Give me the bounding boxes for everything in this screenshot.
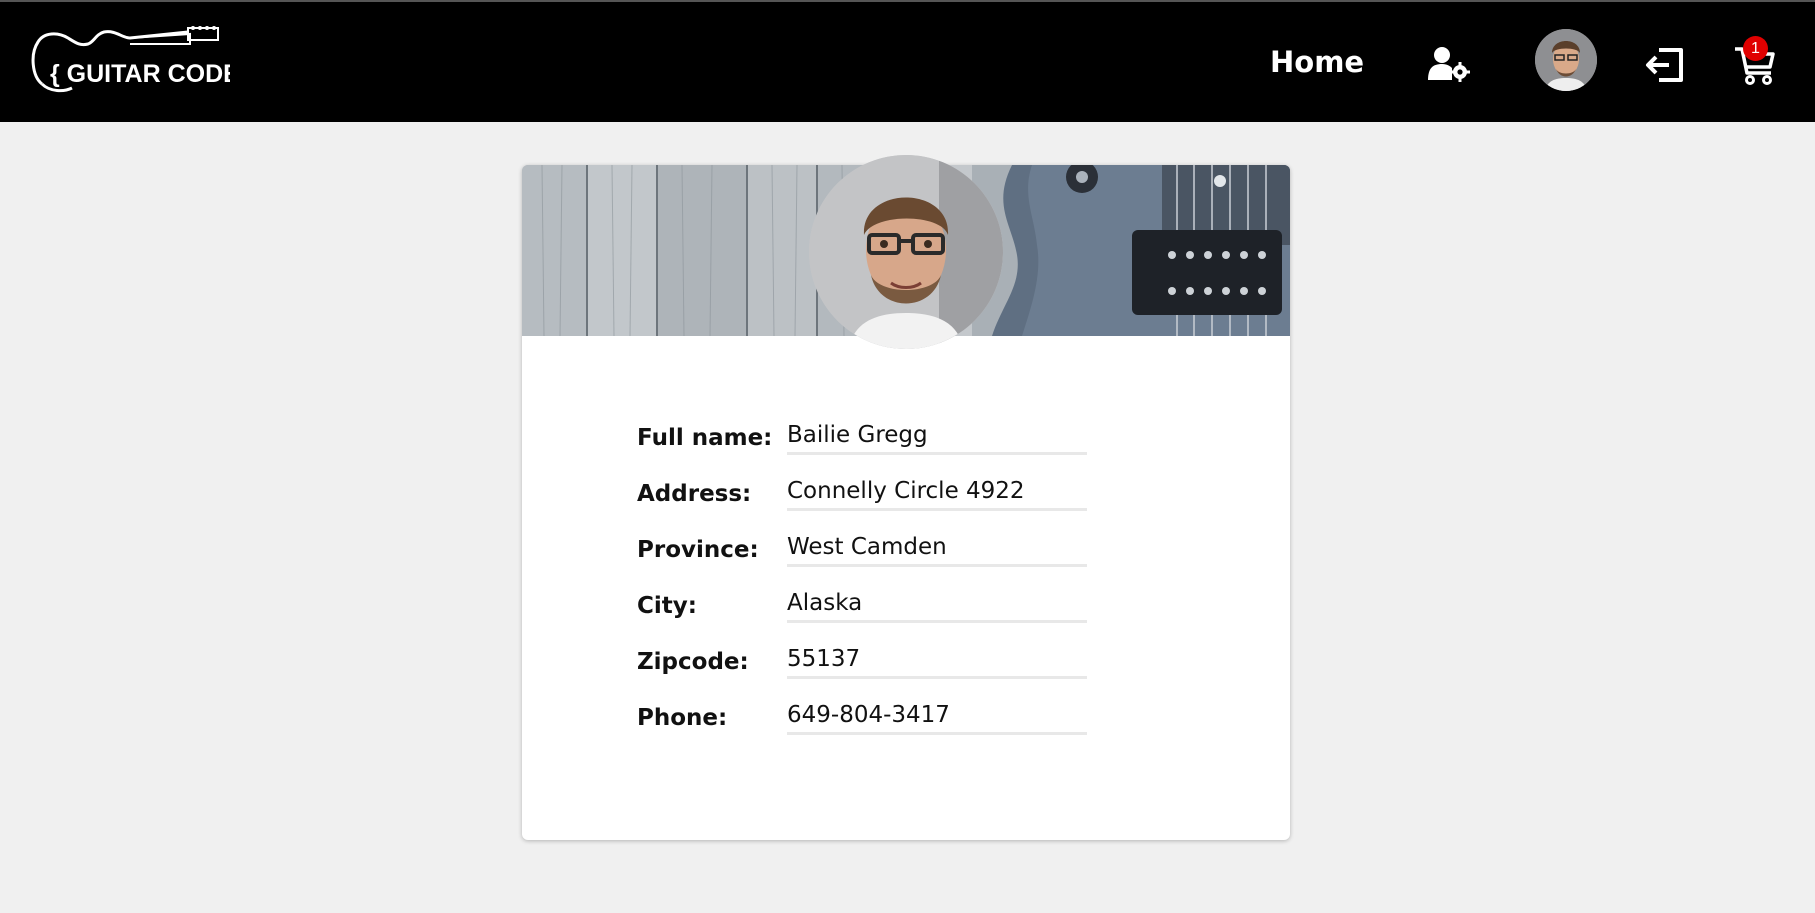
field-address: Address: [637,473,1097,513]
province-input[interactable] [787,529,1087,567]
full-name-input[interactable] [787,417,1087,455]
field-province: Province: [637,529,1097,569]
avatar[interactable] [1535,29,1597,91]
user-avatar-icon [1535,29,1597,91]
field-city: City: [637,585,1097,625]
profile-card: Full name: Address: Province: City: Zipc… [522,155,1290,840]
user-gear-icon [1428,47,1470,82]
guitar-code-logo[interactable]: { GUITAR CODE } [30,24,257,100]
city-input[interactable] [787,585,1087,623]
field-label: Address: [637,481,752,507]
field-phone: Phone: [637,697,1097,737]
field-label: Zipcode: [637,649,749,675]
cart-count-badge: 1 [1743,36,1768,61]
address-input[interactable] [787,473,1087,511]
nav-home-link[interactable]: Home [1270,45,1364,79]
zipcode-input[interactable] [787,641,1087,679]
field-full-name: Full name: [637,417,1097,457]
profile-portrait-image [809,155,1003,349]
logout-button[interactable] [1645,47,1685,83]
phone-input[interactable] [787,697,1087,735]
sign-out-icon [1646,48,1683,82]
field-label: Province: [637,537,759,563]
guitar-logo-icon: { GUITAR CODE } [31,26,257,93]
field-label: Phone: [637,705,728,731]
user-settings-button[interactable] [1427,46,1471,82]
field-label: City: [637,593,697,619]
field-zipcode: Zipcode: [637,641,1097,681]
logo-text: { GUITAR CODE } [50,60,230,88]
profile-photo [809,155,1003,349]
top-navbar: { GUITAR CODE } Home [0,0,1815,122]
field-label: Full name: [637,425,773,451]
